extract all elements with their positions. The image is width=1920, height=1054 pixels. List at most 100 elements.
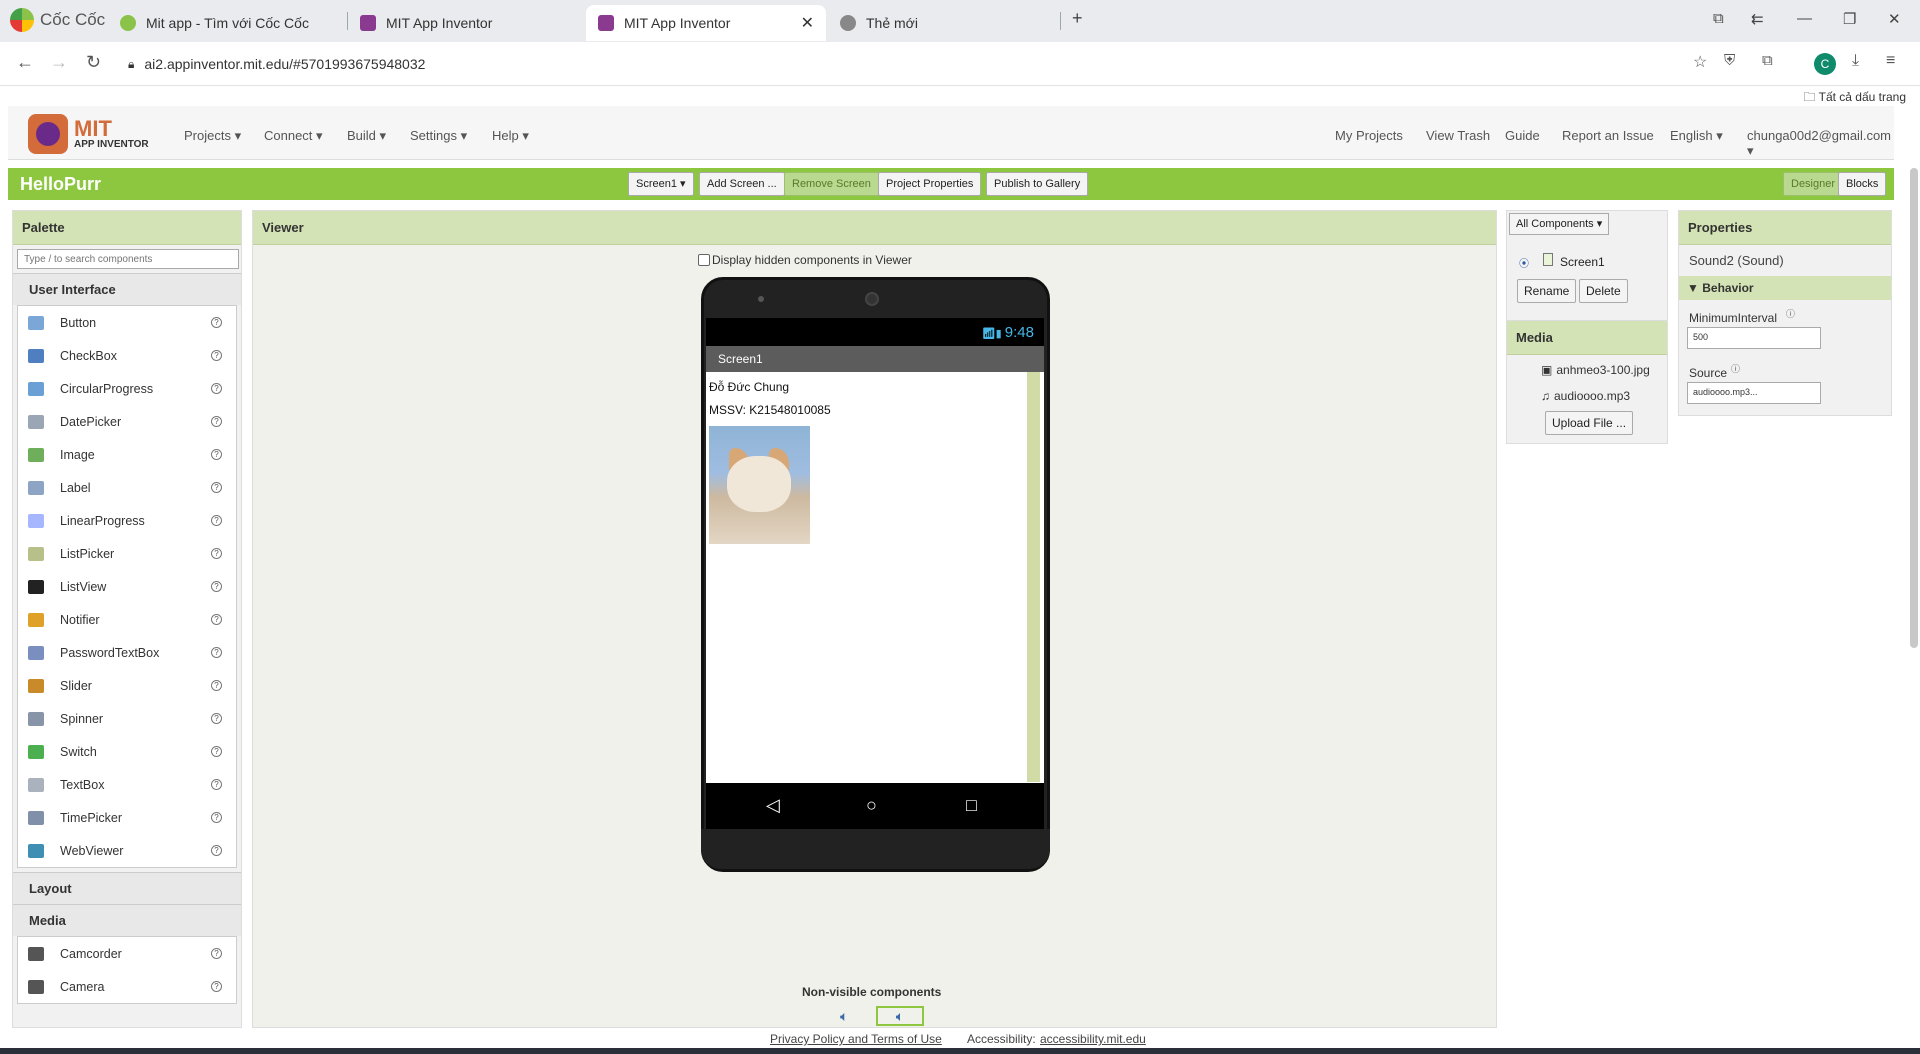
- help-icon[interactable]: ?: [211, 515, 222, 526]
- privacy-link[interactable]: Privacy Policy and Terms of Use: [770, 1032, 942, 1046]
- display-hidden-checkbox[interactable]: Display hidden components in Viewer: [698, 253, 912, 267]
- back-history-icon[interactable]: ⇇: [1751, 10, 1764, 28]
- cat-image[interactable]: [709, 426, 810, 544]
- palette-item-notifier[interactable]: Notifier?: [18, 603, 236, 636]
- help-icon[interactable]: ?: [211, 948, 222, 959]
- media-file-image[interactable]: ▣ anhmeo3-100.jpg: [1541, 363, 1650, 377]
- help-icon[interactable]: ?: [211, 746, 222, 757]
- help-icon[interactable]: ?: [211, 548, 222, 559]
- accessibility-link[interactable]: accessibility.mit.edu: [1040, 1032, 1146, 1046]
- designer-button[interactable]: Designer: [1783, 172, 1844, 196]
- star-icon[interactable]: ☆: [1693, 52, 1707, 72]
- tree-screen1[interactable]: Screen1: [1560, 255, 1605, 269]
- menu-help[interactable]: Help ▾: [492, 128, 529, 144]
- menu-settings[interactable]: Settings ▾: [410, 128, 467, 144]
- close-tab-icon[interactable]: ✕: [801, 13, 814, 33]
- label-name[interactable]: Đỗ Đức Chung: [709, 380, 789, 394]
- link-guide[interactable]: Guide: [1505, 128, 1540, 143]
- menu-connect[interactable]: Connect ▾: [264, 128, 323, 144]
- help-icon[interactable]: ?: [211, 317, 222, 328]
- link-my-projects[interactable]: My Projects: [1335, 128, 1403, 143]
- url-field[interactable]: 🔒︎ ai2.appinventor.mit.edu/#570199367594…: [128, 49, 1678, 79]
- upload-file-button[interactable]: Upload File ...: [1545, 411, 1634, 435]
- forward-arrow-icon[interactable]: →: [50, 52, 68, 73]
- reload-icon[interactable]: ↻: [86, 52, 101, 73]
- all-components-select[interactable]: All Components ▾: [1509, 213, 1610, 235]
- palette-item-listpicker[interactable]: ListPicker?: [18, 537, 236, 570]
- palette-item-textbox[interactable]: TextBox?: [18, 768, 236, 801]
- palette-item-timepicker[interactable]: TimePicker?: [18, 801, 236, 834]
- palette-item-image[interactable]: Image?: [18, 438, 236, 471]
- screenshot-icon[interactable]: ⧉: [1713, 10, 1724, 27]
- palette-item-slider[interactable]: Slider?: [18, 669, 236, 702]
- browser-brand[interactable]: Cốc Cốc: [10, 8, 105, 32]
- palette-item-camcorder[interactable]: Camcorder?: [18, 937, 236, 970]
- tab-search[interactable]: Mit app - Tìm với Cốc Cốc: [108, 5, 348, 41]
- help-icon[interactable]: ⓘ: [1731, 362, 1740, 375]
- palette-item-spinner[interactable]: Spinner?: [18, 702, 236, 735]
- palette-item-passwordtextbox[interactable]: PasswordTextBox?: [18, 636, 236, 669]
- language-select[interactable]: English ▾: [1670, 128, 1723, 144]
- media-file-audio[interactable]: ♫ audioooo.mp3: [1541, 389, 1630, 403]
- tab-new[interactable]: Thẻ mới: [828, 5, 1068, 41]
- help-icon[interactable]: ?: [211, 812, 222, 823]
- help-icon[interactable]: ?: [211, 845, 222, 856]
- rename-button[interactable]: Rename: [1517, 279, 1577, 303]
- help-icon[interactable]: ?: [211, 482, 222, 493]
- tab-mit-1[interactable]: MIT App Inventor: [348, 5, 588, 41]
- palette-item-listview[interactable]: ListView?: [18, 570, 236, 603]
- remove-screen-button[interactable]: Remove Screen: [784, 172, 879, 196]
- help-icon[interactable]: ?: [211, 680, 222, 691]
- help-icon[interactable]: ?: [211, 350, 222, 361]
- page-scrollbar[interactable]: [1910, 168, 1918, 648]
- link-view-trash[interactable]: View Trash: [1426, 128, 1490, 143]
- screen-scrollbar[interactable]: [1027, 372, 1040, 782]
- profile-avatar[interactable]: C: [1814, 53, 1836, 75]
- help-icon[interactable]: ?: [211, 713, 222, 724]
- menu-build[interactable]: Build ▾: [347, 128, 386, 144]
- mit-app-inventor-logo[interactable]: MIT APP INVENTOR: [28, 114, 149, 154]
- help-icon[interactable]: ?: [211, 647, 222, 658]
- source-input[interactable]: audioooo.mp3...: [1687, 382, 1821, 404]
- menu-icon[interactable]: ≡: [1886, 52, 1895, 70]
- help-icon[interactable]: ⓘ: [1786, 307, 1795, 320]
- help-icon[interactable]: ?: [211, 614, 222, 625]
- help-icon[interactable]: ?: [211, 981, 222, 992]
- min-interval-input[interactable]: 500: [1687, 327, 1821, 349]
- blocks-button[interactable]: Blocks: [1838, 172, 1887, 196]
- behavior-group[interactable]: ▼ Behavior: [1679, 276, 1891, 300]
- download-icon[interactable]: ⤓: [1852, 52, 1859, 70]
- account-menu[interactable]: chunga00d2@gmail.com ▾: [1747, 128, 1894, 159]
- checkbox-icon[interactable]: [698, 254, 710, 266]
- new-tab-plus-icon[interactable]: +: [1072, 8, 1083, 29]
- palette-item-checkbox[interactable]: CheckBox?: [18, 339, 236, 372]
- category-user-interface[interactable]: User Interface: [13, 273, 241, 305]
- palette-item-circularprogress[interactable]: CircularProgress?: [18, 372, 236, 405]
- screen-select[interactable]: Screen1 ▾: [628, 172, 694, 196]
- project-properties-button[interactable]: Project Properties: [878, 172, 982, 196]
- palette-search-input[interactable]: [17, 249, 239, 269]
- help-icon[interactable]: ?: [211, 416, 222, 427]
- restore-icon[interactable]: ❐: [1843, 10, 1856, 28]
- minimize-icon[interactable]: —: [1797, 10, 1812, 27]
- menu-projects[interactable]: Projects ▾: [184, 128, 241, 144]
- palette-item-switch[interactable]: Switch?: [18, 735, 236, 768]
- collapse-toggle-icon[interactable]: ⦿: [1519, 255, 1529, 270]
- palette-item-linearprogress[interactable]: LinearProgress?: [18, 504, 236, 537]
- help-icon[interactable]: ?: [211, 581, 222, 592]
- help-icon[interactable]: ?: [211, 383, 222, 394]
- back-arrow-icon[interactable]: ←: [16, 52, 34, 73]
- category-layout[interactable]: Layout: [13, 872, 241, 904]
- sound1-speaker-icon[interactable]: 🔈︎: [840, 1008, 848, 1025]
- help-icon[interactable]: ?: [211, 779, 222, 790]
- label-student-id[interactable]: MSSV: K21548010085: [709, 403, 831, 417]
- close-window-icon[interactable]: ✕: [1888, 10, 1901, 28]
- sound2-speaker-icon[interactable]: 🔈︎: [876, 1006, 924, 1026]
- palette-item-datepicker[interactable]: DatePicker?: [18, 405, 236, 438]
- category-media[interactable]: Media: [13, 904, 241, 936]
- tab-mit-active[interactable]: MIT App Inventor ✕: [586, 5, 826, 41]
- palette-item-webviewer[interactable]: WebViewer?: [18, 834, 236, 867]
- add-screen-button[interactable]: Add Screen ...: [699, 172, 785, 196]
- delete-button[interactable]: Delete: [1579, 279, 1628, 303]
- help-icon[interactable]: ?: [211, 449, 222, 460]
